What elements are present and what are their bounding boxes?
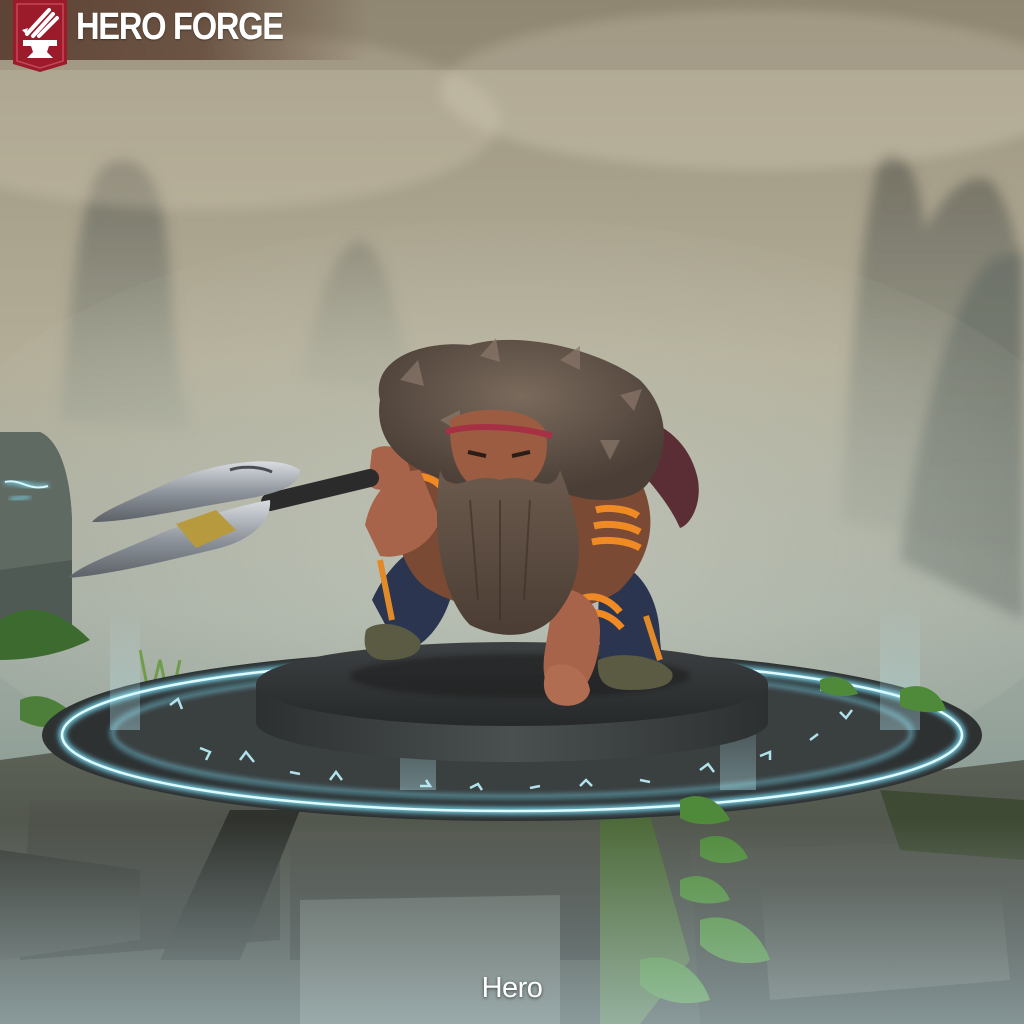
miniature-base: [256, 642, 768, 762]
brand-name: HERO FORGE: [76, 6, 284, 48]
hero-viewer-canvas[interactable]: [0, 0, 1024, 1024]
hero-caption: Hero: [481, 972, 543, 1004]
brand-header[interactable]: HERO FORGE: [0, 0, 370, 72]
anvil-sword-icon: [13, 0, 67, 72]
